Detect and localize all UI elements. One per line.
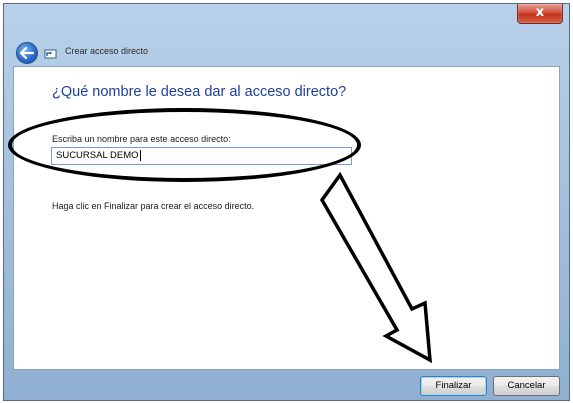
cancel-button[interactable]: Cancelar	[493, 376, 560, 396]
finish-hint: Haga clic en Finalizar para crear el acc…	[52, 201, 255, 211]
text-caret	[139, 149, 141, 161]
window-title: Crear acceso directo	[65, 46, 149, 56]
wizard-content: ¿Qué nombre le desea dar al acceso direc…	[13, 66, 560, 370]
shortcut-name-label: Escriba un nombre para este acceso direc…	[52, 134, 231, 144]
shortcut-name-value: SUCURSAL DEMO	[56, 150, 139, 161]
title-bar: x Crear acceso directo	[4, 4, 569, 66]
back-arrow-icon	[20, 47, 34, 59]
back-button[interactable]	[16, 42, 38, 64]
dialog-window: x Crear acceso directo ¿Qué nombre le de…	[3, 3, 570, 401]
shortcut-icon	[44, 49, 57, 59]
finish-button[interactable]: Finalizar	[420, 376, 487, 396]
close-icon: x	[535, 5, 545, 20]
shortcut-name-input[interactable]: SUCURSAL DEMO	[51, 147, 352, 165]
page-title: ¿Qué nombre le desea dar al acceso direc…	[52, 84, 347, 100]
close-button[interactable]: x	[517, 4, 563, 24]
